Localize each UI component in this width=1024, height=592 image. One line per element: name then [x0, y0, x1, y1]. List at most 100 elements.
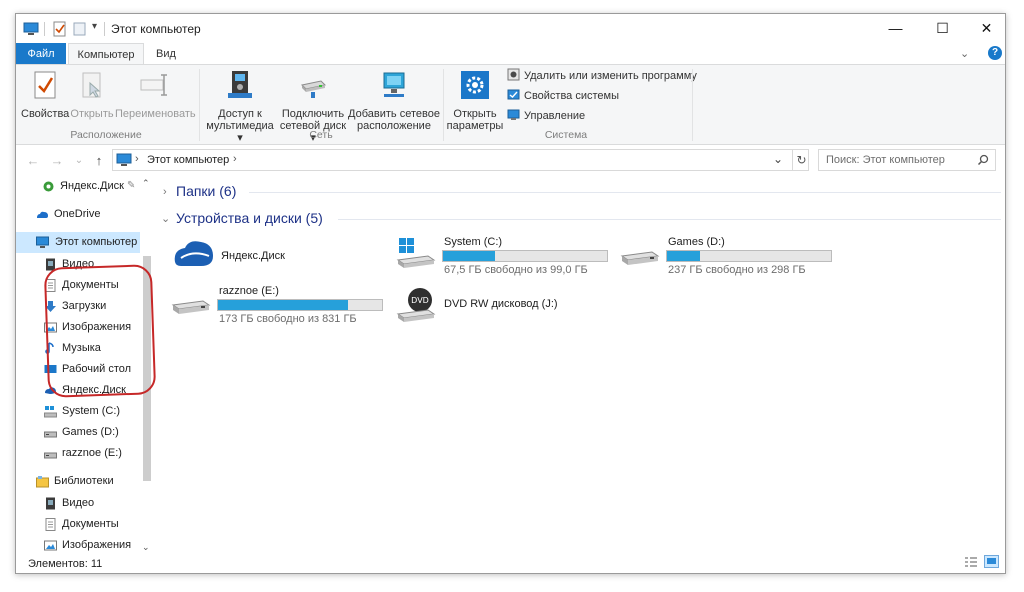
system-drive-icon: [396, 238, 436, 268]
properties-icon[interactable]: [52, 21, 68, 37]
maximize-button[interactable]: ☐: [920, 14, 965, 43]
nav-item-yandex-disk-pinned[interactable]: Яндекс.Диск: [42, 176, 140, 197]
management-label: Управление: [524, 110, 586, 122]
media-access-label-2: мультимедиа ▾: [206, 120, 274, 144]
nav-item-this-pc[interactable]: Этот компьютер: [16, 232, 140, 253]
libraries-icon: [36, 476, 49, 488]
drive-item-dvd-j[interactable]: DVD DVD RW дисковод (J:): [396, 286, 611, 326]
ribbon-collapse-icon[interactable]: ⌄: [960, 47, 969, 60]
drive-name: Яндекс.Диск: [221, 250, 285, 262]
drive-usage-bar: [442, 250, 608, 262]
nav-item-library-documents[interactable]: Документы: [44, 514, 140, 535]
computer-icon[interactable]: [23, 21, 39, 37]
folders-expand-icon[interactable]: ›: [163, 186, 167, 198]
back-button[interactable]: ←: [24, 152, 42, 170]
map-drive-label-1: Подключить: [281, 108, 345, 120]
uninstall-icon: [507, 68, 520, 81]
drive-usage-bar: [217, 299, 383, 311]
highlight-annotation: [43, 264, 157, 398]
details-view-icon[interactable]: [964, 556, 978, 568]
drive-item-razznoe-e[interactable]: razznoe (E:) 173 ГБ свободно из 831 ГБ: [171, 283, 386, 327]
svg-text:DVD: DVD: [411, 296, 429, 305]
tiles-view-icon[interactable]: [984, 555, 999, 568]
computer-icon: [116, 153, 132, 166]
scroll-up-icon[interactable]: ⌃: [142, 178, 150, 189]
nav-item-label: Games (D:): [62, 426, 119, 438]
nav-item-library-pictures[interactable]: Изображения: [44, 535, 140, 556]
folders-group-header[interactable]: Папки (6): [176, 183, 236, 199]
onedrive-icon: [37, 211, 48, 218]
group-divider: [338, 219, 1001, 220]
drive-usage-bar: [666, 250, 832, 262]
up-button[interactable]: ↑: [90, 152, 108, 170]
recent-locations-icon[interactable]: ⌄: [70, 152, 88, 170]
nav-item-label: Изображения: [62, 539, 132, 551]
drive-name: Games (D:): [668, 236, 725, 248]
tab-file[interactable]: Файл: [16, 43, 66, 65]
forward-button[interactable]: →: [48, 152, 66, 170]
close-button[interactable]: ✕: [964, 14, 1005, 43]
nav-item-label: Яндекс.Диск: [60, 180, 124, 192]
group-divider: [249, 192, 1001, 193]
open-button[interactable]: Открыть: [69, 69, 115, 120]
nav-item-label: OneDrive: [54, 208, 101, 220]
drive-usage-fill: [218, 300, 348, 310]
drive-name: System (C:): [444, 236, 503, 248]
management-icon: [507, 109, 520, 120]
nav-item-libraries[interactable]: Библиотеки: [36, 471, 140, 492]
open-settings-button[interactable]: Открыть параметры: [446, 69, 504, 132]
devices-collapse-icon[interactable]: ⌄: [161, 212, 170, 225]
nav-item-onedrive[interactable]: OneDrive: [36, 204, 140, 225]
system-group-label: Система: [544, 129, 588, 141]
new-folder-icon[interactable]: [72, 21, 88, 37]
tab-view[interactable]: Вид: [146, 43, 186, 65]
media-access-button[interactable]: Доступ к мультимедиа ▾: [204, 69, 276, 144]
breadcrumb-separator[interactable]: ›: [135, 153, 139, 165]
search-box[interactable]: Поиск: Этот компьютер: [818, 149, 996, 171]
devices-group-header[interactable]: Устройства и диски (5): [176, 210, 323, 226]
quick-access-dropdown-icon[interactable]: ▾: [92, 21, 97, 32]
ribbon-separator: [199, 69, 200, 141]
yandex-disk-icon: [174, 241, 213, 266]
window-title: Этот компьютер: [111, 22, 201, 36]
ribbon-separator: [443, 69, 444, 141]
nav-item-label: Этот компьютер: [55, 236, 138, 248]
nav-item-library-video[interactable]: Видео: [44, 493, 140, 514]
refresh-icon[interactable]: ↻: [792, 150, 810, 170]
system-drive-icon: [44, 406, 57, 418]
drive-item-games-d[interactable]: Games (D:) 237 ГБ свободно из 298 ГБ: [620, 234, 835, 278]
drive-free-space: 173 ГБ свободно из 831 ГБ: [219, 313, 357, 325]
properties-button[interactable]: Свойства: [21, 69, 69, 120]
ribbon: Свойства Открыть Переименовать Расположе…: [16, 64, 1005, 145]
hard-drive-icon: [620, 251, 660, 265]
search-icon[interactable]: [977, 154, 989, 166]
nav-item-system-c[interactable]: System (C:): [44, 401, 140, 422]
nav-item-razznoe-e[interactable]: razznoe (E:): [44, 443, 140, 464]
title-divider: [44, 22, 45, 36]
address-bar[interactable]: › Этот компьютер › ⌄: [112, 149, 809, 171]
management-button[interactable]: Управление: [507, 107, 585, 125]
address-dropdown-icon[interactable]: ⌄: [773, 152, 783, 166]
rename-label: Переименовать: [115, 108, 196, 120]
nav-item-label: Документы: [62, 518, 119, 530]
help-icon[interactable]: ?: [988, 46, 1002, 60]
scroll-down-icon[interactable]: ⌄: [142, 542, 150, 553]
search-input[interactable]: Поиск: Этот компьютер: [826, 154, 945, 166]
title-bar: ▾ Этот компьютер — ☐ ✕: [16, 14, 1005, 43]
drive-free-space: 237 ГБ свободно из 298 ГБ: [668, 264, 806, 276]
drive-item-yandex-disk[interactable]: Яндекс.Диск: [171, 236, 381, 276]
tab-computer[interactable]: Компьютер: [68, 43, 144, 65]
nav-item-games-d[interactable]: Games (D:): [44, 422, 140, 443]
system-properties-button[interactable]: Свойства системы: [507, 87, 619, 105]
nav-item-label: razznoe (E:): [62, 447, 122, 459]
breadcrumb[interactable]: Этот компьютер: [147, 154, 229, 166]
drive-usage-fill: [667, 251, 700, 261]
add-network-location-button[interactable]: Добавить сетевое расположение: [348, 69, 440, 132]
rename-button[interactable]: Переименовать: [115, 69, 196, 120]
uninstall-program-button[interactable]: Удалить или изменить программу: [507, 67, 697, 85]
network-group-label: Сеть: [309, 129, 333, 141]
drive-usage-fill: [443, 251, 496, 261]
drive-item-system-c[interactable]: System (C:) 67,5 ГБ свободно из 99,0 ГБ: [396, 234, 611, 278]
breadcrumb-separator[interactable]: ›: [233, 153, 237, 165]
minimize-button[interactable]: —: [873, 14, 918, 43]
